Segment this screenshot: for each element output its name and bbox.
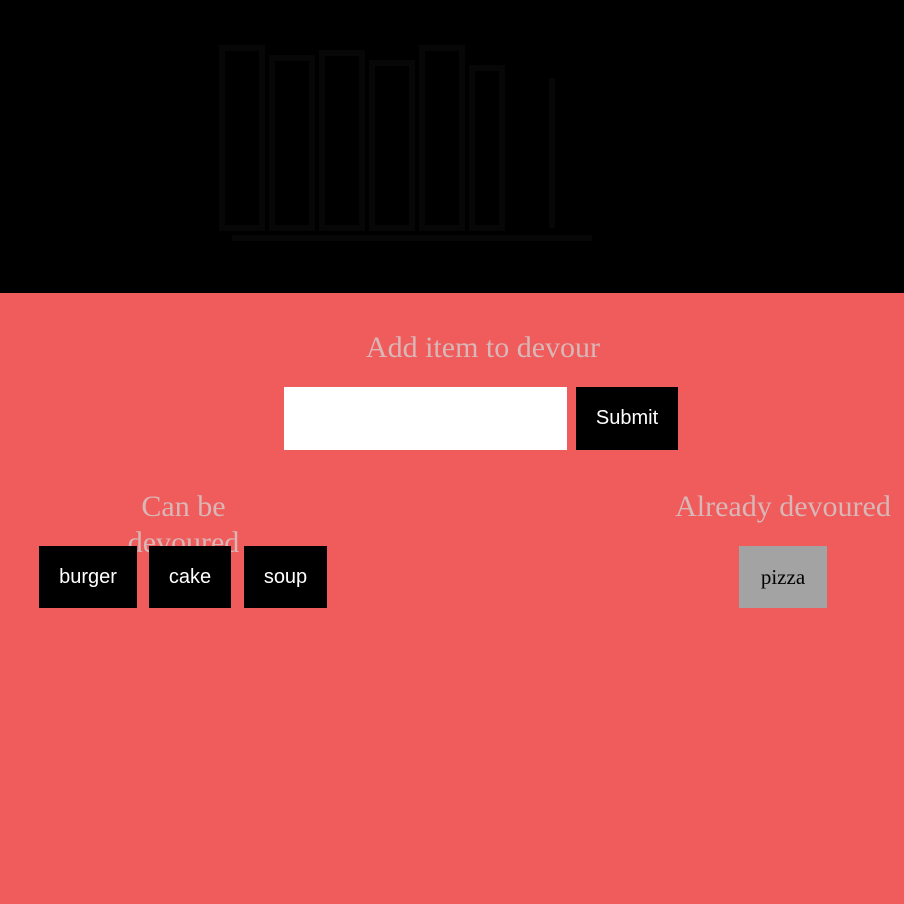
already-devoured-heading: Already devoured [675, 490, 891, 523]
devour-item-button[interactable]: cake [149, 546, 231, 608]
burger-name-input[interactable] [284, 387, 567, 450]
burger-logo-graphic [219, 45, 592, 241]
devour-item-button[interactable]: soup [244, 546, 327, 608]
submit-button[interactable]: Submit [576, 387, 678, 450]
devoured-item: pizza [739, 546, 827, 608]
add-item-heading: Add item to devour [365, 331, 601, 364]
devour-item-button[interactable]: burger [39, 546, 137, 608]
hero-banner [0, 0, 904, 293]
